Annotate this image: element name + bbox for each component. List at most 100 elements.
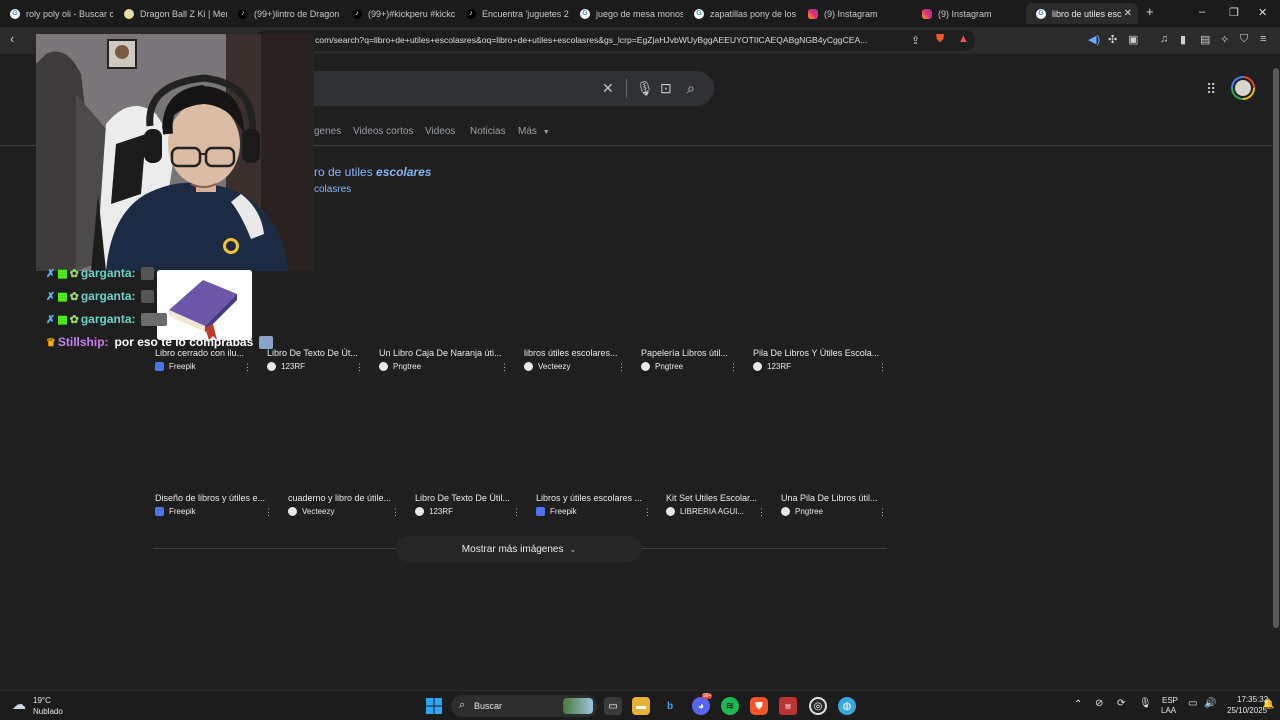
image-result-source[interactable]: LIBRERIA AGUI...: [666, 507, 744, 516]
scrollbar-thumb[interactable]: [1273, 68, 1279, 628]
search-icon[interactable]: ⌕: [687, 80, 695, 97]
music-icon[interactable]: ♫: [1160, 33, 1168, 45]
new-tab-button[interactable]: +: [1146, 4, 1154, 19]
more-options-icon[interactable]: ⋮: [500, 362, 509, 373]
image-result-title[interactable]: Libro cerrado con ilu...: [155, 348, 255, 358]
browser-tab-4[interactable]: ♪ (99+)#kickperu #kickc: [342, 3, 455, 24]
image-result-title[interactable]: Pila De Libros Y Útiles Escola...: [753, 348, 887, 358]
spelling-suggestion[interactable]: ro de utiles escolares: [314, 165, 431, 179]
chat-username[interactable]: garganta:: [81, 289, 136, 303]
search-box[interactable]: ✕ 🎙 ⊡ ⌕: [254, 71, 714, 106]
clear-icon[interactable]: ✕: [602, 80, 614, 97]
more-options-icon[interactable]: ⋮: [757, 507, 766, 518]
file-explorer-icon[interactable]: ▬: [632, 697, 650, 715]
apps-grid-icon[interactable]: ⠿: [1206, 81, 1216, 98]
browser-tab-1[interactable]: G roly poly oli - Buscar c: [0, 3, 113, 24]
browser-tab-3[interactable]: ♪ (99+)lintro de Dragon: [228, 3, 341, 24]
image-result-source[interactable]: Pngtree: [379, 362, 421, 371]
sidebar-icon[interactable]: ▮: [1180, 33, 1186, 46]
close-window-icon[interactable]: ✕: [1258, 6, 1267, 19]
network-off-icon[interactable]: ⊘: [1095, 698, 1103, 709]
close-tab-icon[interactable]: ✕: [1124, 8, 1132, 19]
page-scrollbar[interactable]: [1272, 54, 1280, 690]
brave-rewards-icon[interactable]: ▲: [958, 33, 969, 45]
tab-more[interactable]: Más ▼: [518, 126, 550, 137]
task-view-icon[interactable]: ▭: [604, 697, 622, 715]
minimize-icon[interactable]: –: [1199, 6, 1205, 18]
chat-username[interactable]: garganta:: [81, 312, 136, 326]
speaker-icon[interactable]: ◀): [1088, 33, 1100, 46]
image-result-title[interactable]: Una Pila De Libros útil...: [781, 493, 887, 503]
lens-icon[interactable]: ⊡: [660, 80, 672, 97]
share-icon[interactable]: ⇪: [911, 34, 920, 47]
sync-icon[interactable]: ⟳: [1117, 698, 1125, 709]
tab-news[interactable]: Noticias: [470, 126, 506, 137]
url-text[interactable]: com/search?q=libro+de+utiles+escolasres&…: [315, 35, 905, 45]
spotify-icon[interactable]: ≋: [721, 697, 739, 715]
browser-tab-8[interactable]: (9) Instagram: [798, 3, 911, 24]
brave-icon[interactable]: ⛊: [750, 697, 768, 715]
image-result-source[interactable]: Vecteezy: [524, 362, 570, 371]
original-query-link[interactable]: colasres: [314, 184, 351, 195]
notifications-icon[interactable]: 🔔: [1262, 699, 1274, 710]
image-result-source[interactable]: Freepik: [155, 362, 196, 371]
browser-tab-active[interactable]: G libro de utiles esc ✕: [1026, 3, 1138, 24]
image-result-title[interactable]: Libro De Texto De Útil...: [415, 493, 523, 503]
image-result-title[interactable]: Un Libro Caja De Naranja úti...: [379, 348, 511, 358]
back-icon[interactable]: ‹: [10, 31, 14, 46]
volume-icon[interactable]: 🔊: [1204, 698, 1216, 709]
more-options-icon[interactable]: ⋮: [391, 507, 400, 518]
tab-short-videos[interactable]: Videos cortos: [353, 126, 413, 137]
more-options-icon[interactable]: ⋮: [729, 362, 738, 373]
language-top[interactable]: ESP: [1162, 696, 1178, 705]
more-options-icon[interactable]: ⋮: [617, 362, 626, 373]
image-result-title[interactable]: Libros y útiles escolares ...: [536, 493, 654, 503]
image-result-title[interactable]: Papelería Libros útil...: [641, 348, 741, 358]
show-more-images-button[interactable]: Mostrar más imágenes ⌄: [396, 536, 642, 562]
microphone-icon[interactable]: 🎙: [1139, 698, 1152, 709]
restore-icon[interactable]: ❐: [1229, 6, 1239, 19]
tab-videos[interactable]: Videos: [425, 126, 455, 137]
image-result-source[interactable]: Pngtree: [641, 362, 683, 371]
browser-tab-2[interactable]: Dragon Ball Z Ki | Men: [114, 3, 227, 24]
more-options-icon[interactable]: ⋮: [878, 507, 887, 518]
more-options-icon[interactable]: ⋮: [243, 362, 252, 373]
leo-ai-icon[interactable]: ✧: [1220, 33, 1229, 46]
browser-tab-9[interactable]: (9) Instagram: [912, 3, 1025, 24]
chat-username[interactable]: garganta:: [81, 266, 136, 280]
image-result-source[interactable]: Pngtree: [781, 507, 823, 516]
menu-icon[interactable]: ≡: [1260, 33, 1266, 45]
image-result-source[interactable]: 123RF: [267, 362, 305, 371]
image-result-title[interactable]: Libro De Texto De Út...: [267, 348, 365, 358]
browser-tab-6[interactable]: G juego de mesa monos: [570, 3, 683, 24]
browser-tab-7[interactable]: G zapatillas pony de los: [684, 3, 797, 24]
more-options-icon[interactable]: ⋮: [643, 507, 652, 518]
display-icon[interactable]: ▭: [1188, 698, 1197, 709]
brave-shield-icon[interactable]: ⛊: [936, 33, 944, 46]
image-result-source[interactable]: Freepik: [536, 507, 577, 516]
image-result-source[interactable]: 123RF: [753, 362, 791, 371]
chevron-up-icon[interactable]: ⌃: [1074, 699, 1082, 710]
account-avatar[interactable]: [1231, 76, 1255, 100]
more-options-icon[interactable]: ⋮: [878, 362, 887, 373]
image-result-title[interactable]: Kit Set Utiles Escolar...: [666, 493, 768, 503]
image-result-title[interactable]: cuaderno y libro de útile...: [288, 493, 402, 503]
more-options-icon[interactable]: ⋮: [355, 362, 364, 373]
weather-widget[interactable]: ☁ 19°C Nublado: [12, 694, 72, 718]
bing-icon[interactable]: b: [661, 697, 679, 715]
more-options-icon[interactable]: ⋮: [512, 507, 521, 518]
more-options-icon[interactable]: ⋮: [264, 507, 273, 518]
image-result-title[interactable]: libros útiles escolares...: [524, 348, 628, 358]
obs-icon[interactable]: ◎: [809, 697, 827, 715]
image-result-source[interactable]: Vecteezy: [288, 507, 334, 516]
extensions-icon[interactable]: ✣: [1108, 33, 1117, 46]
voicemeeter-icon[interactable]: ▤: [779, 697, 797, 715]
screenshot-icon[interactable]: ▣: [1128, 33, 1138, 46]
browser-app-icon[interactable]: ◍: [838, 697, 856, 715]
taskbar-search[interactable]: ⌕ Buscar: [451, 695, 597, 717]
discord-icon[interactable]: ◕ 99+: [692, 693, 713, 715]
language-bottom[interactable]: LAA: [1161, 706, 1176, 715]
image-result-title[interactable]: Diseño de libros y útiles e...: [155, 493, 275, 503]
chat-username[interactable]: Stillship:: [58, 335, 109, 349]
vpn-icon[interactable]: ⛉: [1240, 33, 1248, 46]
